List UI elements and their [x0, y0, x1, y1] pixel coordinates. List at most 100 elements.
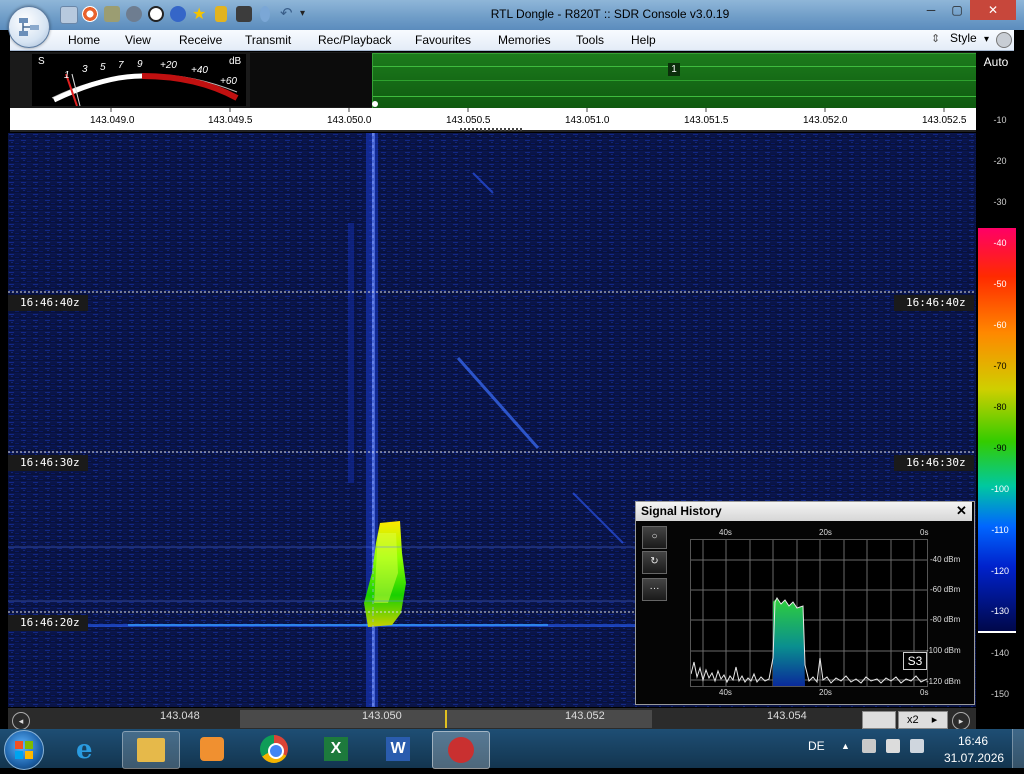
- signal-history-close-button[interactable]: ✕: [956, 503, 967, 519]
- history-dbm-label: -120 dBm: [926, 677, 961, 686]
- style-button[interactable]: Style ▾: [950, 31, 989, 45]
- history-time-label: 40s: [719, 688, 732, 697]
- clock-time[interactable]: 16:46: [958, 734, 988, 748]
- add-icon[interactable]: [170, 6, 186, 22]
- taskbar-media-player[interactable]: [184, 731, 240, 767]
- signal-history-more-button[interactable]: ···: [642, 578, 667, 601]
- s-meter-tick: 7: [118, 60, 124, 71]
- menu-home[interactable]: Home: [68, 33, 100, 47]
- scroll-left-button[interactable]: ◂: [12, 712, 30, 730]
- level-tick: -100: [990, 484, 1009, 494]
- play-icon[interactable]: [126, 6, 142, 22]
- waterfall-time-label: 16:46:40z: [894, 295, 974, 311]
- taskbar-internet-explorer[interactable]: e: [62, 731, 118, 767]
- menu-view[interactable]: View: [125, 33, 151, 47]
- windows-logo-icon: [15, 741, 33, 759]
- history-dbm-label: -100 dBm: [926, 646, 961, 655]
- level-tick: -30: [993, 197, 1007, 207]
- word-icon: W: [386, 737, 410, 761]
- signal-history-plot: [690, 540, 928, 686]
- clock-date[interactable]: 31.07.2026: [944, 751, 1004, 765]
- colour-scale-threshold[interactable]: [978, 631, 1016, 633]
- menu-memories[interactable]: Memories: [498, 33, 551, 47]
- spectrum-display[interactable]: [372, 53, 978, 109]
- history-time-label: 0s: [920, 688, 929, 697]
- signal-history-reset-button[interactable]: ↻: [642, 551, 667, 574]
- overview-freq-label: 143.048: [160, 710, 200, 722]
- s-meter-tick: 5: [100, 62, 106, 73]
- menu-receive[interactable]: Receive: [179, 33, 222, 47]
- zoom-selector[interactable]: x2 ▸: [898, 711, 948, 729]
- lock-icon[interactable]: [215, 6, 227, 22]
- resize-grip[interactable]: [460, 128, 524, 131]
- level-tick: -10: [993, 115, 1007, 125]
- overview-vfo-marker: [445, 710, 447, 728]
- s-meter-db-tick: +40: [191, 65, 208, 76]
- minimize-button[interactable]: ─: [918, 0, 944, 20]
- level-tick: -40: [993, 238, 1007, 248]
- s-meter-s-label: S: [38, 56, 45, 67]
- level-tick: -110: [991, 525, 1009, 535]
- internet-explorer-icon: e: [76, 735, 93, 765]
- keyboard-icon[interactable]: [862, 711, 896, 729]
- history-time-label: 0s: [920, 528, 929, 537]
- s-meter-tick: 9: [137, 59, 143, 70]
- app-menu-orb[interactable]: [8, 6, 50, 48]
- level-tick: -70: [993, 361, 1007, 371]
- maximize-button[interactable]: ▢: [944, 0, 970, 20]
- lifebuoy-icon[interactable]: [82, 6, 98, 22]
- undo-icon[interactable]: ↶: [280, 4, 293, 22]
- s-meter-tick: 3: [82, 64, 88, 75]
- favourite-star-icon[interactable]: ★: [192, 4, 206, 24]
- zoom-arrow-icon: ▸: [931, 714, 938, 726]
- folder-icon[interactable]: [104, 6, 120, 22]
- spectrum-idle-area: [250, 53, 372, 107]
- language-indicator[interactable]: DE: [808, 739, 825, 753]
- tray-flag-icon[interactable]: [886, 739, 900, 753]
- waterfall-time-label: 16:46:30z: [8, 455, 88, 471]
- s-meter-db-label: dB: [229, 56, 242, 67]
- drop-icon[interactable]: [260, 6, 270, 22]
- show-desktop-button[interactable]: [1012, 729, 1024, 768]
- menu-rec-playback[interactable]: Rec/Playback: [318, 33, 391, 47]
- taskbar-word[interactable]: W: [370, 731, 426, 767]
- s-meter-tick: 1: [64, 70, 70, 81]
- settings-gear-icon[interactable]: [996, 32, 1012, 48]
- dropdown-icon[interactable]: ▾: [300, 8, 305, 19]
- freq-tick-label: 143.052.5: [922, 115, 967, 126]
- stop-icon[interactable]: [148, 6, 164, 22]
- start-button[interactable]: [4, 730, 44, 770]
- close-button[interactable]: ✕: [970, 0, 1016, 20]
- menu-favourites[interactable]: Favourites: [415, 33, 471, 47]
- taskbar-excel[interactable]: X: [308, 731, 364, 767]
- app-menu-icon: [19, 18, 39, 36]
- signal-history-mode-button[interactable]: ○: [642, 526, 667, 549]
- tray-device-icon[interactable]: [862, 739, 876, 753]
- history-dbm-label: -80 dBm: [930, 615, 961, 624]
- auto-level-button[interactable]: Auto: [976, 55, 1016, 69]
- menu-help[interactable]: Help: [631, 33, 656, 47]
- history-dbm-label: -40 dBm: [930, 555, 961, 564]
- taskbar-chrome[interactable]: [246, 731, 302, 767]
- freq-tick-label: 143.052.0: [803, 115, 848, 126]
- folder-icon: [137, 738, 165, 762]
- style-label: Style: [950, 31, 977, 45]
- taskbar-sdr-console[interactable]: [432, 731, 490, 769]
- level-tick: -80: [993, 402, 1007, 412]
- level-tick: -20: [993, 156, 1007, 166]
- vfo-marker[interactable]: 1: [668, 63, 680, 76]
- level-tick: -130: [990, 606, 1009, 616]
- home-icon[interactable]: [60, 6, 78, 24]
- history-time-label: 20s: [819, 688, 832, 697]
- taskbar-explorer[interactable]: [122, 731, 180, 769]
- vfo-handle[interactable]: [372, 101, 378, 107]
- tray-expand-icon[interactable]: ▲: [841, 741, 850, 751]
- tray-network-icon[interactable]: [910, 739, 924, 753]
- camera-icon[interactable]: [236, 6, 252, 22]
- signal-history-graph[interactable]: [690, 539, 928, 687]
- scroll-right-button[interactable]: ▸: [952, 712, 970, 730]
- history-time-label: 40s: [719, 528, 732, 537]
- menu-tools[interactable]: Tools: [576, 33, 604, 47]
- level-tick: -90: [993, 443, 1007, 453]
- menu-transmit[interactable]: Transmit: [245, 33, 291, 47]
